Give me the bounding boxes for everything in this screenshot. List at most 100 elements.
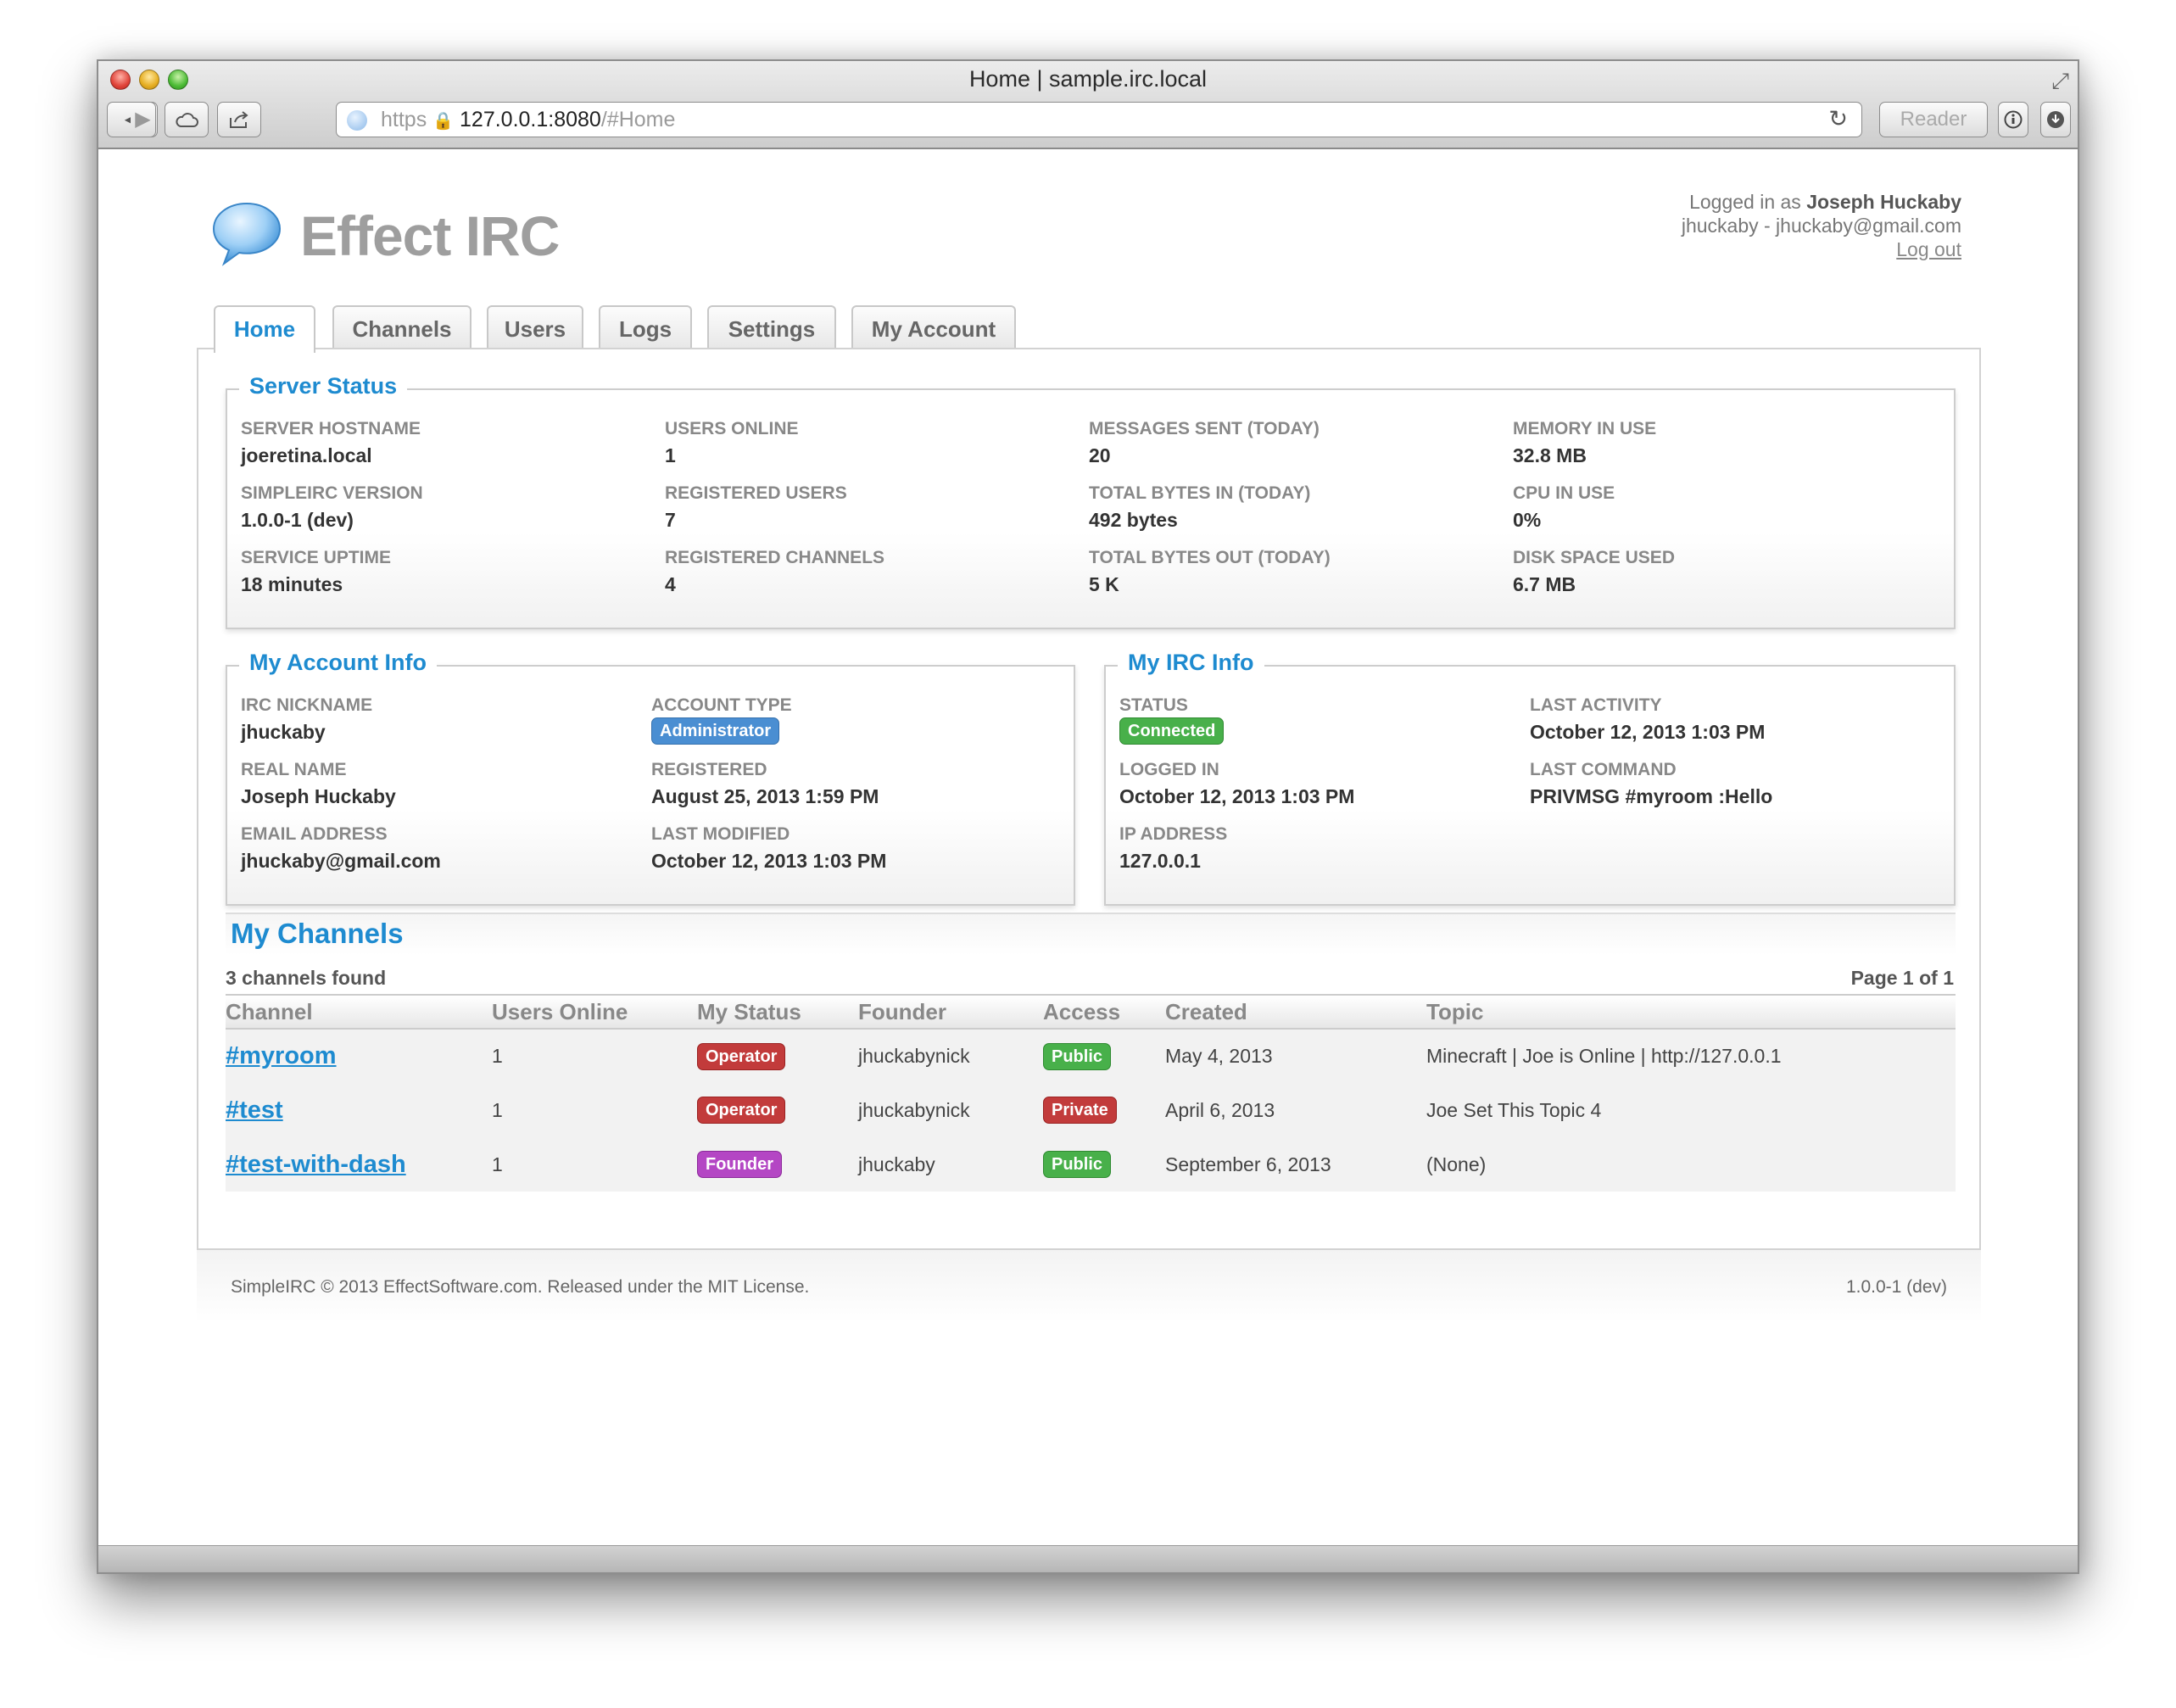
my-channels-title: My Channels xyxy=(226,913,1956,955)
share-button[interactable] xyxy=(217,102,261,137)
users-online-cell: 1 xyxy=(492,1083,697,1137)
users-online-cell: 1 xyxy=(492,1029,697,1083)
server-hostname-field: SERVER HOSTNAME joeretina.local xyxy=(241,419,421,466)
column-header-access[interactable]: Access xyxy=(1043,994,1165,1030)
administrator-badge: Administrator xyxy=(651,717,780,745)
column-header-my-status[interactable]: My Status xyxy=(697,994,858,1030)
logged-in-field: LOGGED IN October 12, 2013 1:03 PM xyxy=(1119,760,1355,807)
page-content: Effect IRC Logged in as Joseph Huckaby j… xyxy=(98,149,2078,1545)
globe-icon xyxy=(347,110,367,131)
founder-cell: jhuckaby xyxy=(858,1137,1043,1192)
channel-link[interactable]: #myroom xyxy=(226,1042,337,1069)
share-icon xyxy=(230,111,248,128)
cpu-in-use-field: CPU IN USE 0% xyxy=(1513,483,1615,531)
irc-info-title: My IRC Info xyxy=(1118,650,1264,676)
created-cell: May 4, 2013 xyxy=(1165,1029,1426,1083)
brand-title: Effect IRC xyxy=(300,204,560,267)
reload-icon[interactable]: ↻ xyxy=(1828,106,1848,132)
status-badge: Founder xyxy=(697,1151,782,1178)
forward-button[interactable]: ▶ xyxy=(131,102,156,137)
memory-in-use-field: MEMORY IN USE 32.8 MB xyxy=(1513,419,1657,466)
founder-cell: jhuckabynick xyxy=(858,1029,1043,1083)
users-online-cell: 1 xyxy=(492,1137,697,1192)
server-status-box: Server Status SERVER HOSTNAME joeretina.l… xyxy=(226,373,1956,629)
registered-channels-field: REGISTERED CHANNELS 4 xyxy=(665,548,885,595)
users-online-field: USERS ONLINE 1 xyxy=(665,419,799,466)
total-bytes-in-field: TOTAL BYTES IN (TODAY) 492 bytes xyxy=(1089,483,1311,531)
tab-logs[interactable]: Logs xyxy=(599,305,692,351)
messages-sent-field: MESSAGES SENT (TODAY) 20 xyxy=(1089,419,1320,466)
speech-bubble-logo xyxy=(212,202,282,266)
column-header-founder[interactable]: Founder xyxy=(858,994,1043,1030)
footer-copyright: SimpleIRC © 2013 EffectSoftware.com. Rel… xyxy=(231,1277,810,1297)
topic-cell: Minecraft | Joe is Online | http://127.0… xyxy=(1426,1029,1956,1083)
registered-users-field: REGISTERED USERS 7 xyxy=(665,483,847,531)
browser-toolbar: Home | sample.irc.local ⤢ ◀ ▶ https 🔒 12… xyxy=(98,61,2078,149)
registered-field: REGISTERED August 25, 2013 1:59 PM xyxy=(651,760,879,807)
fullscreen-icon[interactable]: ⤢ xyxy=(2051,68,2069,95)
user-info: Logged in as Joseph Huckaby jhuckaby - j… xyxy=(1681,191,1961,260)
simpleirc-version-field: SIMPLEIRC VERSION 1.0.0-1 (dev) xyxy=(241,483,423,531)
access-badge: Public xyxy=(1043,1042,1112,1070)
logout-link[interactable]: Log out xyxy=(1896,238,1961,260)
browser-status-bar xyxy=(98,1545,2078,1572)
footer-version: 1.0.0-1 (dev) xyxy=(1845,1277,1947,1297)
access-badge: Private xyxy=(1043,1097,1117,1124)
column-header-created[interactable]: Created xyxy=(1165,994,1426,1030)
created-cell: April 6, 2013 xyxy=(1165,1083,1426,1137)
real-name-field: REAL NAME Joseph Huckaby xyxy=(241,760,396,807)
account-info-title: My Account Info xyxy=(239,650,437,676)
lock-icon: 🔒 xyxy=(432,112,455,131)
tab-channels[interactable]: Channels xyxy=(332,305,471,351)
server-status-title: Server Status xyxy=(239,373,408,399)
user-name: Joseph Huckaby xyxy=(1806,191,1961,213)
channel-link[interactable]: #test xyxy=(226,1097,283,1124)
ip-address-field: IP ADDRESS 127.0.0.1 xyxy=(1119,824,1228,872)
channels-table: Channel Users Online My Status Founder A… xyxy=(226,994,1956,1192)
window-title: Home | sample.irc.local xyxy=(968,66,1208,92)
created-cell: September 6, 2013 xyxy=(1165,1137,1426,1192)
column-header-channel[interactable]: Channel xyxy=(226,994,492,1030)
column-header-users-online[interactable]: Users Online xyxy=(492,994,697,1030)
main-panel: Server Status SERVER HOSTNAME joeretina.l… xyxy=(197,348,1981,1250)
status-field: STATUS Connected xyxy=(1119,695,1225,745)
table-row: #myroom 1 Operator jhuckabynick Public M… xyxy=(226,1029,1956,1083)
icloud-tabs-button[interactable] xyxy=(165,102,209,137)
tab-users[interactable]: Users xyxy=(487,305,583,351)
table-row: #test-with-dash 1 Founder jhuckaby Publi… xyxy=(226,1137,1956,1192)
disk-space-used-field: DISK SPACE USED 6.7 MB xyxy=(1513,548,1675,595)
topic-cell: (None) xyxy=(1426,1137,1956,1192)
info-button[interactable] xyxy=(1998,102,2028,137)
total-bytes-out-field: TOTAL BYTES OUT (TODAY) 5 K xyxy=(1089,548,1331,595)
tab-my-account[interactable]: My Account xyxy=(851,305,1016,351)
page-indicator: Page 1 of 1 xyxy=(1850,967,1954,989)
download-icon xyxy=(2047,111,2064,128)
table-header-row: Channel Users Online My Status Founder A… xyxy=(226,994,1956,1030)
founder-cell: jhuckabynick xyxy=(858,1083,1043,1137)
status-badge: Operator xyxy=(697,1042,786,1070)
table-row: #test 1 Operator jhuckabynick Private Ap… xyxy=(226,1083,1956,1137)
email-address-field: EMAIL ADDRESS jhuckaby@gmail.com xyxy=(241,824,441,872)
access-badge: Public xyxy=(1043,1151,1112,1178)
status-badge: Operator xyxy=(697,1097,786,1124)
column-header-topic[interactable]: Topic xyxy=(1426,994,1956,1030)
url-text: https 🔒 127.0.0.1:8080/#Home xyxy=(381,108,676,131)
last-modified-field: LAST MODIFIED October 12, 2013 1:03 PM xyxy=(651,824,887,872)
channel-link[interactable]: #test-with-dash xyxy=(226,1151,406,1178)
cloud-icon xyxy=(176,113,198,127)
topic-cell: Joe Set This Topic 4 xyxy=(1426,1083,1956,1137)
irc-info-box: My IRC Info STATUS Connected LAST ACTIVIT… xyxy=(1104,650,1956,906)
downloads-button[interactable] xyxy=(2040,102,2071,137)
user-account-line: jhuckaby - jhuckaby@gmail.com xyxy=(1681,215,1961,237)
info-icon xyxy=(2004,110,2023,129)
address-bar[interactable]: https 🔒 127.0.0.1:8080/#Home ↻ xyxy=(336,102,1862,137)
irc-nickname-field: IRC NICKNAME jhuckaby xyxy=(241,695,373,743)
reader-button[interactable]: Reader xyxy=(1879,102,1988,137)
tab-settings[interactable]: Settings xyxy=(707,305,836,351)
connected-badge: Connected xyxy=(1119,717,1225,745)
last-command-field: LAST COMMAND PRIVMSG #myroom :Hello xyxy=(1530,760,1773,807)
tab-home[interactable]: Home xyxy=(214,305,315,353)
page-footer: SimpleIRC © 2013 EffectSoftware.com. Rel… xyxy=(197,1250,1981,1323)
channels-found-count: 3 channels found xyxy=(226,967,387,989)
service-uptime-field: SERVICE UPTIME 18 minutes xyxy=(241,548,391,595)
